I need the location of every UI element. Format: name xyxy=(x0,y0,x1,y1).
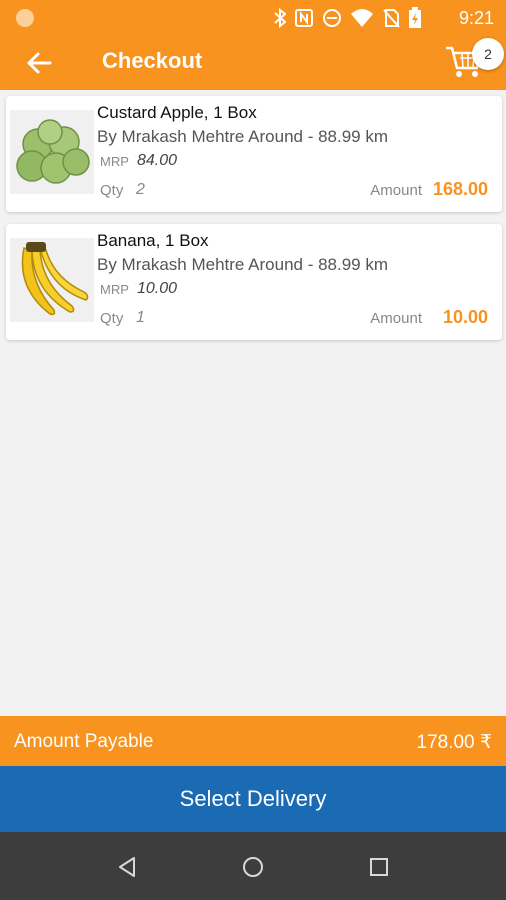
amount-payable-bar: Amount Payable 178.00 ₹ xyxy=(0,716,506,766)
custard-apple-image xyxy=(10,110,94,194)
qty-label: Qty xyxy=(100,182,124,199)
amount-payable-value: 178.00 ₹ xyxy=(416,732,492,753)
system-navigation-bar xyxy=(0,832,506,900)
qty-label: Qty xyxy=(100,310,124,327)
notification-dot-icon xyxy=(16,9,34,27)
item-name: Banana, 1 Box xyxy=(97,231,209,250)
select-delivery-button[interactable]: Select Delivery xyxy=(0,766,506,832)
battery-icon xyxy=(408,7,422,34)
app-bar: Checkout 2 xyxy=(0,36,506,90)
checkout-item-list: Custard Apple, 1 Box By Mrakash Mehtre A… xyxy=(6,96,502,352)
back-arrow-icon[interactable] xyxy=(24,48,54,78)
mrp-label: MRP xyxy=(100,154,129,169)
mrp-value: 10.00 xyxy=(137,280,178,297)
mrp-label: MRP xyxy=(100,282,129,297)
nfc-icon xyxy=(294,8,314,33)
status-bar: 9:21 xyxy=(0,0,506,36)
qty-value: 1 xyxy=(136,309,145,326)
bluetooth-icon xyxy=(274,7,287,33)
item-name: Custard Apple, 1 Box xyxy=(97,103,257,122)
item-seller: By Mrakash Mehtre Around - 88.99 km xyxy=(97,255,389,274)
no-sim-icon xyxy=(382,8,400,33)
do-not-disturb-icon xyxy=(322,8,342,33)
status-time: 9:21 xyxy=(458,8,494,28)
amount-value: 168.00 xyxy=(432,179,488,199)
nav-recents-icon[interactable] xyxy=(364,852,394,882)
amount-label: Amount xyxy=(370,182,422,199)
nav-home-icon[interactable] xyxy=(238,852,268,882)
wifi-icon xyxy=(350,8,374,33)
amount-payable-label: Amount Payable xyxy=(14,731,154,752)
page-title: Checkout xyxy=(102,48,203,73)
mrp-value: 84.00 xyxy=(137,152,178,169)
amount-value: 10.00 xyxy=(442,307,488,327)
status-icons xyxy=(274,7,422,34)
amount-label: Amount xyxy=(370,310,422,327)
item-seller: By Mrakash Mehtre Around - 88.99 km xyxy=(97,127,389,146)
banana-image xyxy=(10,238,94,322)
list-item[interactable]: Banana, 1 Box By Mrakash Mehtre Around -… xyxy=(6,224,502,340)
list-item[interactable]: Custard Apple, 1 Box By Mrakash Mehtre A… xyxy=(6,96,502,212)
cart-count-badge: 2 xyxy=(472,38,504,70)
nav-back-icon[interactable] xyxy=(112,852,142,882)
qty-value: 2 xyxy=(136,181,145,198)
